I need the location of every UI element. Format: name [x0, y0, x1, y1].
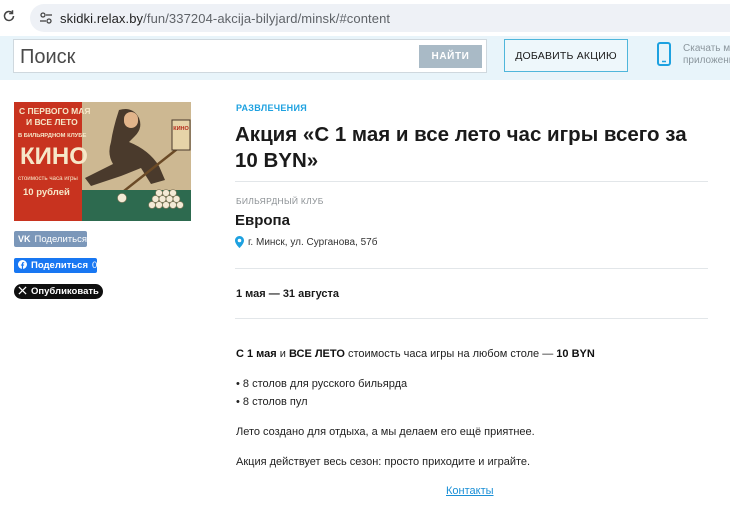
desc-and: и — [276, 348, 289, 360]
url-field[interactable]: skidki.relax.by/fun/337204-akcija-bilyja… — [30, 4, 730, 32]
poster-line3: В БИЛЬЯРДНОМ КЛУБЕ — [18, 133, 86, 139]
poster-price: 10 рублей — [23, 187, 70, 198]
page-title: Акция «С 1 мая и все лето час игры всего… — [235, 123, 687, 172]
divider — [235, 268, 708, 269]
x-post-button[interactable]: Опубликовать — [14, 284, 103, 299]
search-box: НАЙТИ — [13, 39, 487, 73]
poster-illustration: КИНО С ПЕРВОГО МАЯ И ВСЕ ЛЕТО В БИЛЬЯРДН… — [14, 102, 191, 221]
divider — [235, 318, 708, 319]
poster-line1: С ПЕРВОГО МАЯ — [19, 106, 91, 116]
site-info-icon[interactable] — [38, 10, 54, 26]
download-text-line1: Скачать мо — [683, 43, 730, 54]
add-promo-button[interactable]: ДОБАВИТЬ АКЦИЮ — [504, 39, 628, 72]
desc-bold-start: С 1 мая — [236, 348, 277, 360]
promo-paragraph-2: Акция действует весь сезон: просто прихо… — [236, 456, 531, 468]
site-header: НАЙТИ ДОБАВИТЬ АКЦИЮ Скачать мо приложен… — [0, 36, 730, 80]
divider — [235, 181, 708, 182]
category-link[interactable]: РАЗВЛЕЧЕНИЯ — [236, 103, 307, 113]
poster-club-name: КИНО — [20, 143, 88, 170]
address-text: г. Минск, ул. Сурганова, 57б — [248, 236, 378, 248]
facebook-icon — [18, 260, 27, 271]
facebook-share-button[interactable]: Поделиться 0 — [14, 258, 97, 273]
list-item: • 8 столов пул — [236, 396, 308, 408]
url-text: skidki.relax.by/fun/337204-akcija-bilyja… — [60, 11, 390, 26]
phone-icon[interactable] — [656, 42, 672, 66]
vk-share-label: Поделиться — [34, 233, 87, 245]
promo-poster-image[interactable]: КИНО С ПЕРВОГО МАЯ И ВСЕ ЛЕТО В БИЛЬЯРДН… — [14, 102, 191, 221]
desc-middle: стоимость часа игры на любом столе — — [344, 348, 557, 360]
search-input[interactable] — [20, 44, 410, 70]
contacts-link[interactable]: Контакты — [446, 485, 494, 497]
address[interactable]: г. Минск, ул. Сурганова, 57б — [235, 236, 377, 248]
facebook-share-label: Поделиться — [31, 260, 89, 271]
location-pin-icon — [235, 236, 244, 248]
vk-icon: VK — [18, 234, 31, 244]
download-text-line2: приложени — [683, 55, 730, 66]
download-app-text[interactable]: Скачать мо приложени — [683, 43, 730, 67]
promo-paragraph-1: Лето создано для отдыха, а мы делаем его… — [236, 426, 535, 438]
poster-line5: стоимость часа игры — [18, 175, 78, 182]
facebook-share-count: 0 — [92, 260, 98, 271]
vk-share-button[interactable]: VK Поделиться — [14, 231, 87, 247]
poster-line2: И ВСЕ ЛЕТО — [26, 117, 78, 127]
desc-price: 10 BYN — [556, 348, 595, 360]
search-button[interactable]: НАЙТИ — [419, 45, 482, 68]
url-path: /fun/337204-akcija-bilyjard/minsk/#conte… — [143, 11, 391, 26]
x-logo-icon — [18, 286, 27, 297]
x-post-label: Опубликовать — [31, 286, 99, 297]
promo-dates: 1 мая — 31 августа — [236, 288, 340, 300]
place-name-link[interactable]: Европа — [235, 212, 290, 229]
poster-sign-text: КИНО — [173, 126, 189, 132]
url-host: skidki.relax.by — [60, 11, 144, 26]
place-type-label: БИЛЬЯРДНЫЙ КЛУБ — [236, 196, 324, 206]
list-item: • 8 столов для русского бильярда — [236, 378, 408, 390]
browser-address-bar: skidki.relax.by/fun/337204-akcija-bilyja… — [0, 0, 730, 36]
reload-icon[interactable] — [2, 9, 18, 25]
desc-bold-summer: ВСЕ ЛЕТО — [288, 348, 345, 360]
promo-description-lead: С 1 мая и ВСЕ ЛЕТО стоимость часа игры н… — [236, 348, 595, 360]
